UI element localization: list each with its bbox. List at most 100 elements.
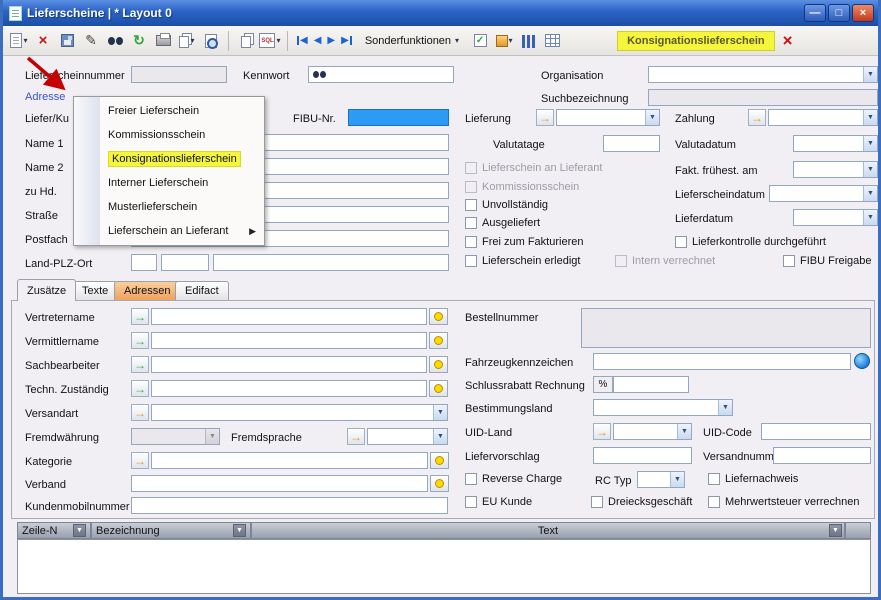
- ausgeliefert-checkbox[interactable]: [465, 217, 477, 229]
- tab-zusaetze[interactable]: Zusätze: [17, 279, 76, 301]
- fahrzeugkennzeichen-input[interactable]: [593, 353, 851, 370]
- menu-item-kommissionsschein[interactable]: Kommissionsschein: [74, 123, 264, 147]
- eu-kunde-checkbox[interactable]: [465, 496, 477, 508]
- unvollstaendig-checkbox[interactable]: [465, 199, 477, 211]
- kategorie-phone-button[interactable]: [430, 452, 449, 469]
- bars-tool-button[interactable]: [517, 30, 539, 52]
- menu-item-konsignationslieferschein[interactable]: Konsignationslieferschein: [74, 147, 264, 171]
- nav-first-button[interactable]: ◀: [294, 31, 310, 51]
- refresh-button[interactable]: ↻: [128, 30, 150, 52]
- table-header-text[interactable]: Text ▼: [251, 522, 845, 539]
- sachbearbeiter-input[interactable]: [151, 356, 427, 373]
- chevron-down-icon[interactable]: ▼: [677, 424, 691, 439]
- intern-verrechnet-checkbox[interactable]: [615, 255, 627, 267]
- chevron-down-icon[interactable]: ▼: [718, 400, 732, 415]
- filter-dropdown-icon[interactable]: ▼: [829, 524, 842, 537]
- uid-land-lookup-button[interactable]: →: [593, 423, 611, 440]
- tab-texte[interactable]: Texte: [72, 281, 118, 300]
- lieferschein-an-lieferant-checkbox[interactable]: [465, 162, 477, 174]
- organisation-combo[interactable]: ▼: [648, 66, 878, 83]
- delete-button[interactable]: ×: [32, 30, 54, 52]
- kennwort-input[interactable]: [308, 66, 454, 83]
- layout-dropdown-arrow[interactable]: ▾: [190, 36, 194, 45]
- rc-typ-combo[interactable]: ▼: [637, 471, 685, 488]
- preview-button[interactable]: [200, 30, 222, 52]
- lieferschein-erledigt-checkbox[interactable]: [465, 255, 477, 267]
- verband-input[interactable]: [131, 475, 428, 492]
- print-button[interactable]: [152, 30, 174, 52]
- chevron-down-icon[interactable]: ▼: [670, 472, 684, 487]
- table-body[interactable]: [17, 539, 871, 594]
- versandart-combo[interactable]: ▼: [151, 404, 448, 421]
- dreiecksgeschaeft-checkbox[interactable]: [591, 496, 603, 508]
- fremdsprache-combo[interactable]: ▼: [367, 428, 448, 445]
- liefervorschlag-input[interactable]: [593, 447, 692, 464]
- lieferscheinnummer-input[interactable]: [131, 66, 227, 83]
- techn-zustaendig-phone-button[interactable]: [429, 380, 448, 397]
- search-button[interactable]: [104, 30, 126, 52]
- schlussrabatt-input[interactable]: [613, 376, 689, 393]
- ort-input[interactable]: [213, 254, 449, 271]
- tab-adressen[interactable]: Adressen: [114, 281, 180, 300]
- versandnummer-input[interactable]: [773, 447, 871, 464]
- kundenmobilnummer-input[interactable]: [131, 497, 448, 514]
- nav-prev-button[interactable]: ◀: [312, 31, 324, 51]
- chevron-down-icon[interactable]: ▼: [645, 110, 659, 125]
- fill-tool-button[interactable]: ▾: [493, 30, 515, 52]
- reverse-charge-checkbox[interactable]: [465, 473, 477, 485]
- techn-zustaendig-input[interactable]: [151, 380, 427, 397]
- grid-tool-button[interactable]: [541, 30, 563, 52]
- table-header-bezeichnung[interactable]: Bezeichnung ▼: [91, 522, 251, 539]
- sonderfunktionen-button[interactable]: Sonderfunktionen ▾: [357, 30, 467, 52]
- filter-dropdown-icon[interactable]: ▼: [73, 524, 86, 537]
- titlebar[interactable]: Lieferscheine | * Layout 0 — □ ×: [3, 0, 878, 26]
- sql-dropdown-arrow[interactable]: ▾: [276, 36, 280, 45]
- kategorie-lookup-button[interactable]: →: [131, 452, 149, 469]
- chevron-down-icon[interactable]: ▼: [433, 405, 447, 420]
- menu-item-freier-lieferschein[interactable]: Freier Lieferschein: [74, 99, 264, 123]
- sachbearbeiter-lookup-button[interactable]: →: [131, 356, 149, 373]
- chevron-down-icon[interactable]: ▼: [863, 210, 877, 225]
- layout-button[interactable]: ▾: [176, 30, 198, 52]
- context-clear-button[interactable]: ×: [777, 30, 799, 52]
- fakt-fruehest-date-input[interactable]: ▼: [793, 161, 878, 178]
- versandart-lookup-button[interactable]: →: [131, 404, 149, 421]
- tab-edifact[interactable]: Edifact: [175, 281, 229, 300]
- valutatage-input[interactable]: [603, 135, 660, 152]
- chevron-down-icon[interactable]: ▼: [863, 67, 877, 82]
- fremdsprache-lookup-button[interactable]: →: [347, 428, 365, 445]
- zahlung-combo[interactable]: ▼: [768, 109, 878, 126]
- vermittlername-input[interactable]: [151, 332, 427, 349]
- menu-item-musterlieferschein[interactable]: Musterlieferschein: [74, 195, 264, 219]
- verband-phone-button[interactable]: [430, 475, 449, 492]
- globe-icon[interactable]: [854, 353, 870, 369]
- fibu-freigabe-checkbox[interactable]: [783, 255, 795, 267]
- vertretername-lookup-button[interactable]: →: [131, 308, 149, 325]
- lieferdatum-date-input[interactable]: ▼: [793, 209, 878, 226]
- sachbearbeiter-phone-button[interactable]: [429, 356, 448, 373]
- valutadatum-date-input[interactable]: ▼: [793, 135, 878, 152]
- frei-zum-fakturieren-checkbox[interactable]: [465, 236, 477, 248]
- menu-item-interner-lieferschein[interactable]: Interner Lieferschein: [74, 171, 264, 195]
- maximize-button[interactable]: □: [828, 4, 850, 22]
- sql-button[interactable]: SQL▾: [259, 30, 281, 52]
- vertretername-input[interactable]: [151, 308, 427, 325]
- new-button[interactable]: ▾: [8, 30, 30, 52]
- kommissionsschein-checkbox[interactable]: [465, 181, 477, 193]
- chevron-down-icon[interactable]: ▼: [863, 162, 877, 177]
- mehrwertsteuer-checkbox[interactable]: [708, 496, 720, 508]
- land-input[interactable]: [131, 254, 157, 271]
- chevron-down-icon[interactable]: ▼: [863, 136, 877, 151]
- lieferung-combo[interactable]: ▼: [556, 109, 660, 126]
- suchbezeichnung-input[interactable]: [648, 89, 878, 106]
- liefernachweis-checkbox[interactable]: [708, 473, 720, 485]
- techn-zustaendig-lookup-button[interactable]: →: [131, 380, 149, 397]
- minimize-button[interactable]: —: [804, 4, 826, 22]
- copy-button[interactable]: [235, 30, 257, 52]
- new-dropdown-arrow[interactable]: ▾: [23, 36, 27, 45]
- lieferkontrolle-checkbox[interactable]: [675, 236, 687, 248]
- chevron-down-icon[interactable]: ▼: [863, 186, 877, 201]
- menu-item-lieferschein-an-lieferant[interactable]: Lieferschein an Lieferant ▶: [74, 219, 264, 243]
- table-header-zeile[interactable]: Zeile-N ▼: [17, 522, 91, 539]
- bestimmungsland-combo[interactable]: ▼: [593, 399, 733, 416]
